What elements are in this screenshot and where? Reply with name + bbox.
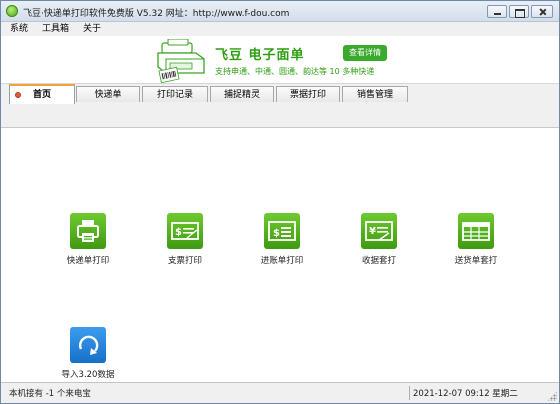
delivery-note-overlay-print-label: 送货单套打 bbox=[454, 256, 498, 266]
home-panel: 快递单打印 $ 支票打印 $ 进账单打印 ¥ 收据套打 送货单套打 导入3.20… bbox=[1, 128, 559, 382]
receipt-overlay-print-label: 收据套打 bbox=[361, 256, 396, 266]
close-icon[interactable] bbox=[531, 5, 553, 18]
menu-about[interactable]: 关于 bbox=[83, 22, 101, 36]
home-tab-icon bbox=[15, 92, 21, 98]
view-details-button[interactable]: 查看详情 bbox=[343, 45, 387, 61]
tab-waybill[interactable]: 快递单 bbox=[76, 86, 140, 103]
menu-bar: 系统 工具箱 关于 bbox=[1, 22, 559, 36]
tab-home-label: 首页 bbox=[32, 90, 51, 100]
import-refresh-icon bbox=[70, 327, 106, 363]
deposit-slip-print-label: 进账单打印 bbox=[260, 256, 304, 266]
status-divider bbox=[409, 386, 410, 400]
tab-toolbar-area bbox=[1, 102, 559, 128]
express-waybill-print-button[interactable]: 快递单打印 bbox=[48, 213, 128, 266]
delivery-note-overlay-print-button[interactable]: 送货单套打 bbox=[436, 213, 516, 266]
tab-strip: 首页 快递单 打印记录 捕捉精灵 票据打印 销售管理 bbox=[1, 83, 559, 104]
tab-print-records[interactable]: 打印记录 bbox=[142, 86, 208, 103]
status-bar: 本机接有 -1 个来电宝 2021-12-07 09:12 星期二 bbox=[1, 382, 559, 403]
svg-text:$: $ bbox=[175, 227, 182, 238]
caller-box-status: 本机接有 -1 个来电宝 bbox=[9, 389, 91, 399]
menu-toolbox[interactable]: 工具箱 bbox=[42, 22, 69, 36]
svg-text:$: $ bbox=[273, 228, 280, 239]
printer-icon bbox=[70, 213, 106, 249]
deposit-slip-print-button[interactable]: $ 进账单打印 bbox=[242, 213, 322, 266]
express-waybill-print-label: 快递单打印 bbox=[66, 256, 110, 266]
tab-home[interactable]: 首页 bbox=[9, 84, 75, 104]
tab-sales-management[interactable]: 销售管理 bbox=[342, 86, 408, 103]
svg-text:¥: ¥ bbox=[369, 226, 376, 237]
banner-title: 飞豆 电子面单 bbox=[215, 48, 305, 63]
banner-subtitle: 支持申通、中通、圆通、韵达等 10 多种快递 bbox=[215, 67, 375, 76]
import-data-label: 导入3.20数据 bbox=[61, 370, 115, 380]
datetime-status: 2021-12-07 09:12 星期二 bbox=[413, 389, 518, 399]
label-printer-icon bbox=[157, 39, 205, 83]
resize-grip-icon[interactable] bbox=[547, 391, 557, 401]
app-logo-icon bbox=[6, 5, 18, 17]
check-print-label: 支票打印 bbox=[167, 256, 202, 266]
title-bar[interactable]: 飞豆·快递单打印软件免费版 V5.32 网址：http://www.f-dou.… bbox=[1, 1, 559, 22]
receipt-yen-icon: ¥ bbox=[361, 213, 397, 249]
receipt-overlay-print-button[interactable]: ¥ 收据套打 bbox=[339, 213, 419, 266]
ad-banner: 飞豆 电子面单 支持申通、中通、圆通、韵达等 10 多种快递 查看详情 bbox=[1, 36, 559, 83]
minimize-icon[interactable] bbox=[487, 5, 507, 18]
app-window: 飞豆·快递单打印软件免费版 V5.32 网址：http://www.f-dou.… bbox=[0, 0, 560, 404]
tab-bill-printing[interactable]: 票据打印 bbox=[276, 86, 340, 103]
tab-capture-wizard[interactable]: 捕捉精灵 bbox=[210, 86, 274, 103]
window-title: 飞豆·快递单打印软件免费版 V5.32 网址：http://www.f-dou.… bbox=[23, 9, 290, 19]
check-print-button[interactable]: $ 支票打印 bbox=[145, 213, 225, 266]
import-data-button[interactable]: 导入3.20数据 bbox=[48, 327, 128, 380]
maximize-icon[interactable] bbox=[509, 5, 529, 18]
menu-system[interactable]: 系统 bbox=[10, 22, 28, 36]
check-money-icon: $ bbox=[167, 213, 203, 249]
deposit-slip-icon: $ bbox=[264, 213, 300, 249]
delivery-sheet-icon bbox=[458, 213, 494, 249]
window-controls bbox=[487, 5, 553, 19]
